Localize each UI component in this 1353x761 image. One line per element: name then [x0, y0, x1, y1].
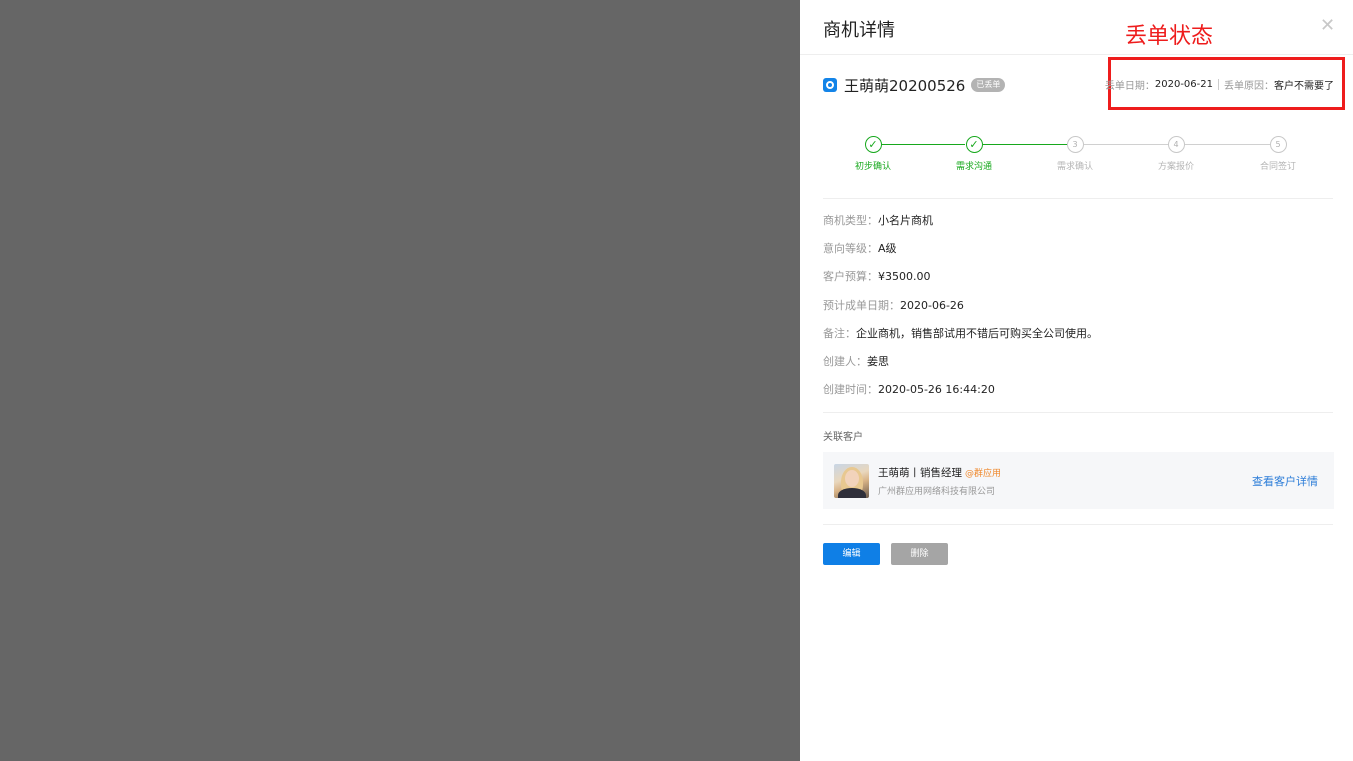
customer-card: 王萌萌丨销售经理 @群应用 广州群应用网络科技有限公司 查看客户详情 — [823, 452, 1334, 509]
step-item: 3 需求确认 — [1025, 136, 1125, 172]
opportunity-detail-drawer: 商机详情 ✕ 丢单状态 王萌萌20200526 已丢单 丢单日期： 2020-0… — [800, 0, 1353, 761]
opportunity-title-row: 王萌萌20200526 已丢单 — [823, 73, 1006, 97]
detail-label: 备注： — [823, 326, 856, 340]
divider — [823, 412, 1333, 413]
view-customer-link[interactable]: 查看客户详情 — [1252, 473, 1318, 489]
detail-label: 创建时间： — [823, 383, 878, 397]
detail-label: 意向等级： — [823, 242, 878, 256]
customer-name-text: 王萌萌丨销售经理 — [878, 467, 962, 479]
detail-row-note: 备注：企业商机，销售部试用不错后可购买全公司使用。 — [823, 326, 1098, 354]
avatar — [834, 464, 869, 498]
step-item: 4 方案报价 — [1126, 136, 1226, 172]
detail-value: 企业商机，销售部试用不错后可购买全公司使用。 — [856, 326, 1098, 340]
step-number: 5 — [1269, 136, 1287, 153]
step-label: 合同签订 — [1259, 162, 1296, 172]
step-item: 5 合同签订 — [1228, 136, 1328, 172]
edit-button[interactable]: 编辑 — [823, 543, 880, 565]
drawer-title: 商机详情 — [823, 20, 895, 41]
step-label: 需求沟通 — [955, 162, 992, 172]
delete-button[interactable]: 删除 — [891, 543, 948, 565]
detail-value: 2020-06-26 — [900, 298, 964, 312]
detail-label: 客户预算： — [823, 270, 878, 284]
step-number: 4 — [1167, 136, 1185, 153]
lost-date-label: 丢单日期： — [1104, 81, 1155, 92]
detail-label: 商机类型： — [823, 214, 878, 227]
detail-row-type: 商机类型：小名片商机 — [823, 213, 1098, 241]
modal-overlay[interactable] — [0, 0, 800, 761]
step-check-icon: ✓ — [864, 136, 882, 153]
detail-value: 小名片商机 — [878, 214, 933, 227]
step-label: 初步确认 — [854, 162, 891, 172]
customer-org-tag: @群应用 — [965, 469, 1002, 479]
lost-info-separator — [1218, 79, 1219, 90]
customer-company: 广州群应用网络科技有限公司 — [878, 487, 996, 497]
divider — [823, 524, 1333, 525]
step-check-icon: ✓ — [965, 136, 983, 153]
lost-reason-label: 丢单原因： — [1224, 81, 1274, 92]
related-customer-title: 关联客户 — [823, 432, 863, 443]
lost-date-value: 2020-06-21 — [1154, 79, 1213, 90]
opportunity-icon — [823, 78, 837, 92]
divider — [823, 198, 1333, 199]
step-number: 3 — [1066, 136, 1084, 153]
detail-list: 商机类型：小名片商机 意向等级：A级 客户预算：¥3500.00 预计成单日期：… — [823, 213, 1098, 410]
detail-row-level: 意向等级：A级 — [823, 241, 1098, 269]
customer-name: 王萌萌丨销售经理 @群应用 — [878, 465, 1001, 480]
lost-info: 丢单日期： 2020-06-21 丢单原因： 客户不需要了 — [1105, 77, 1334, 92]
detail-value: ¥3500.00 — [878, 270, 931, 284]
drawer-header: 商机详情 ✕ — [800, 0, 1353, 55]
detail-label: 预计成单日期： — [823, 298, 900, 312]
status-badge: 已丢单 — [971, 78, 1006, 92]
step-item: ✓ 需求沟通 — [924, 136, 1024, 172]
opportunity-name: 王萌萌20200526 — [844, 76, 966, 95]
close-icon[interactable]: ✕ — [1320, 16, 1335, 36]
detail-value: A级 — [878, 242, 897, 256]
step-label: 方案报价 — [1157, 162, 1194, 172]
step-label: 需求确认 — [1056, 162, 1093, 172]
detail-value: 2020-05-26 16:44:20 — [878, 383, 995, 397]
detail-row-created-time: 创建时间：2020-05-26 16:44:20 — [823, 382, 1098, 410]
step-item: ✓ 初步确认 — [823, 136, 923, 172]
detail-row-budget: 客户预算：¥3500.00 — [823, 269, 1098, 297]
detail-value: 姜思 — [867, 354, 889, 368]
annotation-label: 丢单状态 — [1125, 24, 1214, 49]
lost-reason-value: 客户不需要了 — [1274, 81, 1334, 92]
stage-steps: ✓ 初步确认 ✓ 需求沟通 3 需求确认 4 方案报价 5 合同签订 — [823, 136, 1333, 176]
detail-row-expected-date: 预计成单日期：2020-06-26 — [823, 298, 1098, 326]
detail-label: 创建人： — [823, 354, 867, 368]
detail-row-creator: 创建人：姜思 — [823, 354, 1098, 382]
